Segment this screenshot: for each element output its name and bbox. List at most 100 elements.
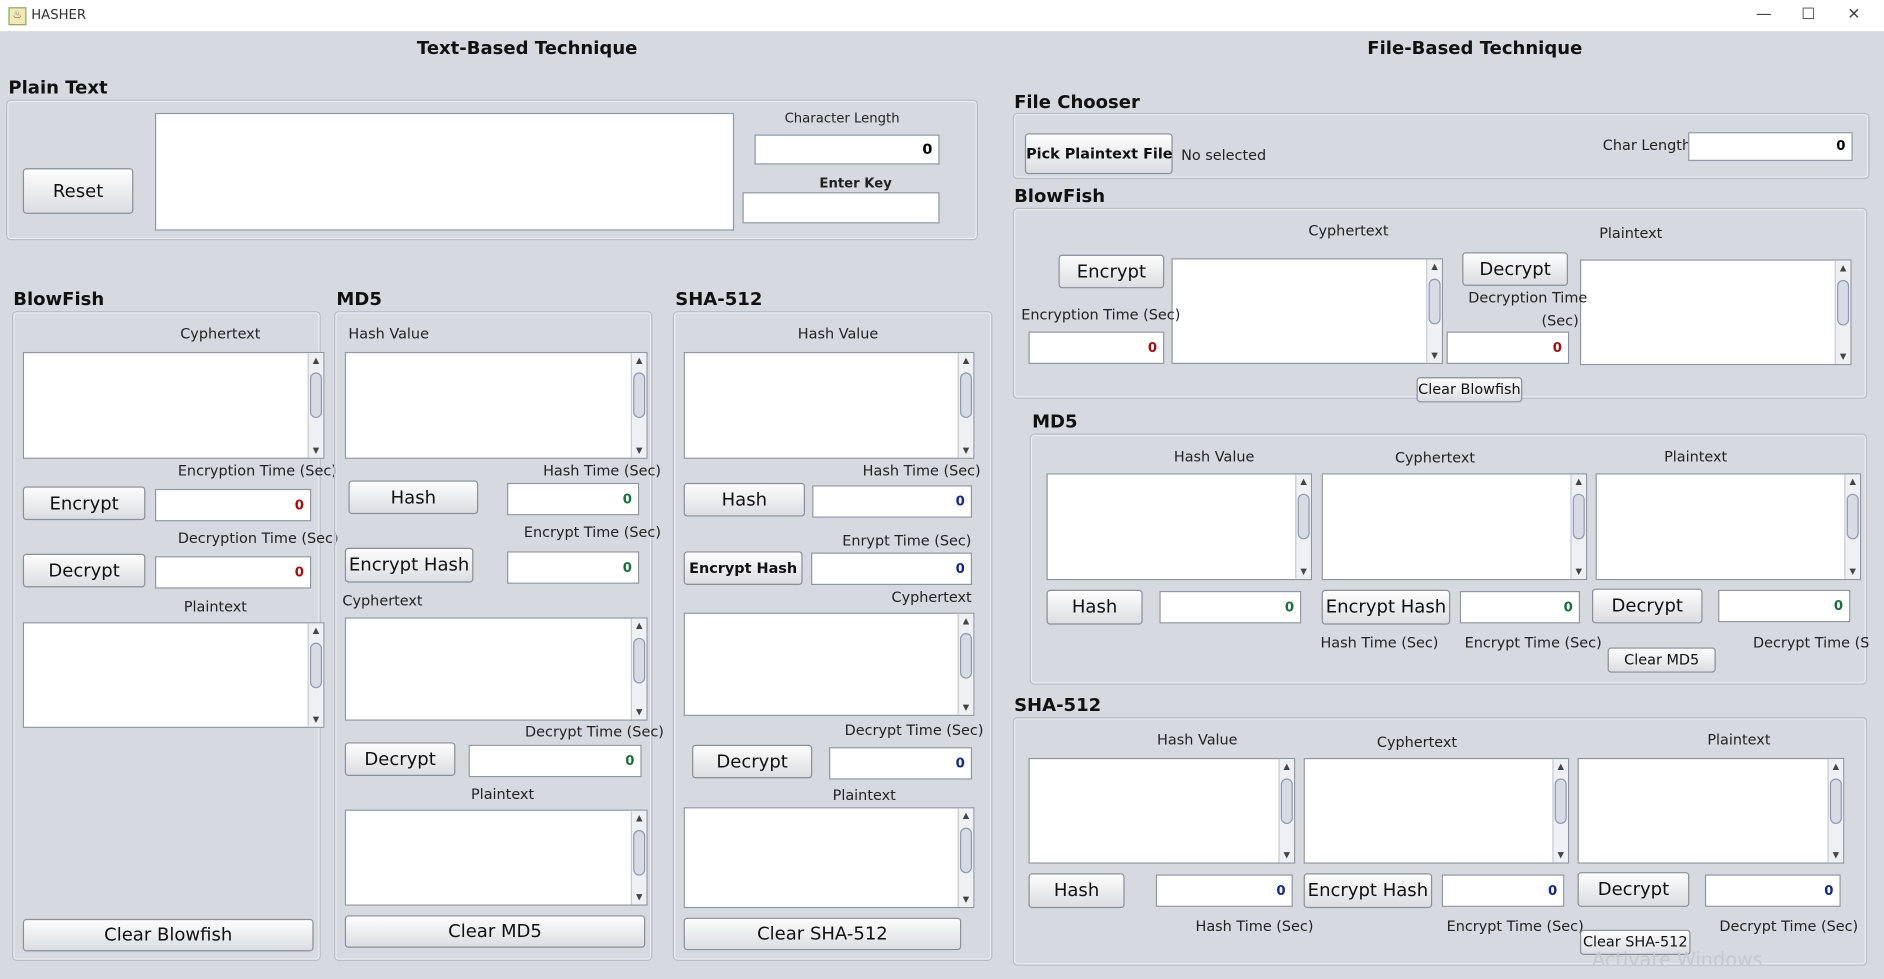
scroll-thumb[interactable]	[1829, 778, 1842, 825]
text-sha-encrypt-hash-button[interactable]: Encrypt Hash	[683, 551, 803, 585]
text-md5-encrypt-time-field[interactable]: 0	[507, 551, 640, 584]
close-button[interactable]: ✕	[1836, 2, 1872, 28]
scroll-down-icon[interactable]: ▼	[959, 702, 973, 714]
file-blowfish-enc-time-field[interactable]: 0	[1028, 331, 1165, 364]
file-sha-decrypt-time-field[interactable]: 0	[1704, 874, 1841, 907]
scrollbar[interactable]: ▲ ▼	[630, 353, 647, 458]
file-md5-decrypt-button[interactable]: Decrypt	[1591, 588, 1703, 624]
text-md5-clear-button[interactable]: Clear MD5	[344, 915, 646, 948]
scrollbar[interactable]: ▲ ▼	[630, 618, 647, 720]
file-md5-hash-value-area[interactable]: ▲ ▼	[1046, 473, 1313, 581]
scrollbar[interactable]: ▲ ▼	[307, 353, 324, 458]
scrollbar[interactable]: ▲ ▼	[1834, 260, 1851, 364]
scroll-down-icon[interactable]: ▼	[309, 444, 323, 456]
text-sha-cyphertext-area[interactable]: ▲ ▼	[683, 612, 975, 716]
file-blowfish-cyphertext-area[interactable]: ▲ ▼	[1171, 258, 1444, 364]
scroll-thumb[interactable]	[1280, 778, 1293, 825]
scroll-down-icon[interactable]: ▼	[959, 894, 973, 906]
scroll-down-icon[interactable]: ▼	[309, 714, 323, 726]
file-sha-encrypt-time-field[interactable]: 0	[1441, 874, 1565, 907]
file-sha-hash-value-area[interactable]: ▲ ▼	[1028, 757, 1296, 864]
scroll-up-icon[interactable]: ▲	[309, 625, 323, 637]
minimize-button[interactable]: —	[1746, 2, 1782, 28]
pick-plaintext-file-button[interactable]: Pick Plaintext File	[1024, 133, 1173, 175]
scroll-up-icon[interactable]: ▲	[632, 812, 646, 824]
scroll-up-icon[interactable]: ▲	[1296, 476, 1310, 488]
scroll-down-icon[interactable]: ▼	[632, 706, 646, 718]
scroll-thumb[interactable]	[1428, 278, 1441, 325]
text-md5-decrypt-button[interactable]: Decrypt	[344, 742, 456, 776]
scroll-up-icon[interactable]: ▲	[1280, 760, 1294, 772]
scrollbar[interactable]: ▲ ▼	[1295, 474, 1311, 579]
scroll-thumb[interactable]	[959, 633, 973, 679]
scroll-thumb[interactable]	[309, 642, 323, 689]
scroll-down-icon[interactable]: ▼	[959, 444, 973, 456]
file-md5-hash-time-field[interactable]: 0	[1159, 590, 1302, 624]
scrollbar[interactable]: ▲ ▼	[957, 808, 974, 907]
scrollbar[interactable]: ▲ ▼	[1278, 759, 1295, 863]
text-blowfish-decrypt-button[interactable]: Decrypt	[22, 553, 146, 588]
scroll-up-icon[interactable]: ▲	[1829, 760, 1843, 772]
text-md5-encrypt-hash-button[interactable]: Encrypt Hash	[344, 547, 474, 583]
file-blowfish-decrypt-button[interactable]: Decrypt	[1462, 252, 1568, 286]
file-md5-encrypt-hash-button[interactable]: Encrypt Hash	[1321, 589, 1451, 625]
scroll-thumb[interactable]	[633, 372, 646, 419]
text-md5-plaintext-area[interactable]: ▲ ▼	[344, 809, 648, 906]
scroll-down-icon[interactable]: ▼	[632, 444, 646, 456]
scroll-up-icon[interactable]: ▲	[959, 810, 973, 822]
text-sha-hash-value-area[interactable]: ▲ ▼	[683, 351, 975, 459]
scroll-down-icon[interactable]: ▼	[1296, 566, 1310, 578]
file-md5-decrypt-time-field[interactable]: 0	[1718, 589, 1851, 623]
text-sha-encrypt-time-field[interactable]: 0	[811, 552, 973, 585]
text-sha-plaintext-area[interactable]: ▲ ▼	[683, 807, 975, 909]
scroll-thumb[interactable]	[633, 637, 646, 684]
reset-button[interactable]: Reset	[22, 168, 134, 214]
text-sha-hash-button[interactable]: Hash	[683, 482, 806, 517]
text-blowfish-dec-time-field[interactable]: 0	[154, 556, 312, 589]
file-md5-hash-button[interactable]: Hash	[1046, 589, 1143, 625]
file-blowfish-dec-time-field[interactable]: 0	[1446, 331, 1570, 364]
scroll-up-icon[interactable]: ▲	[309, 354, 323, 366]
file-sha-decrypt-button[interactable]: Decrypt	[1577, 872, 1690, 907]
scrollbar[interactable]: ▲ ▼	[1570, 474, 1586, 579]
text-blowfish-plaintext-area[interactable]: ▲ ▼	[22, 622, 325, 728]
text-blowfish-enc-time-field[interactable]: 0	[154, 488, 312, 522]
scroll-thumb[interactable]	[959, 827, 973, 874]
file-blowfish-clear-button[interactable]: Clear Blowfish	[1416, 377, 1523, 403]
scroll-thumb[interactable]	[1572, 493, 1585, 540]
file-sha-encrypt-hash-button[interactable]: Encrypt Hash	[1303, 873, 1433, 909]
file-md5-clear-button[interactable]: Clear MD5	[1607, 647, 1716, 673]
scroll-down-icon[interactable]: ▼	[632, 891, 646, 903]
scroll-thumb[interactable]	[959, 372, 973, 419]
text-md5-hash-button[interactable]: Hash	[348, 480, 479, 515]
text-blowfish-clear-button[interactable]: Clear Blowfish	[22, 918, 314, 952]
scroll-up-icon[interactable]: ▲	[1846, 476, 1860, 488]
scrollbar[interactable]: ▲ ▼	[1827, 759, 1844, 863]
scroll-up-icon[interactable]: ▲	[959, 615, 973, 627]
scroll-up-icon[interactable]: ▲	[1572, 476, 1586, 488]
text-sha-decrypt-time-field[interactable]: 0	[829, 747, 973, 780]
scrollbar[interactable]: ▲ ▼	[957, 613, 974, 715]
text-md5-hash-value-area[interactable]: ▲ ▼	[344, 351, 648, 459]
scroll-up-icon[interactable]: ▲	[632, 620, 646, 632]
text-sha-clear-button[interactable]: Clear SHA-512	[683, 917, 962, 951]
scroll-thumb[interactable]	[1554, 778, 1567, 825]
scroll-down-icon[interactable]: ▼	[1427, 350, 1441, 362]
text-blowfish-encrypt-button[interactable]: Encrypt	[22, 486, 146, 521]
file-md5-encrypt-time-field[interactable]: 0	[1459, 590, 1580, 624]
scrollbar[interactable]: ▲ ▼	[1552, 759, 1568, 863]
scroll-up-icon[interactable]: ▲	[632, 354, 646, 366]
text-sha-decrypt-button[interactable]: Decrypt	[692, 744, 813, 779]
scrollbar[interactable]: ▲ ▼	[957, 353, 974, 458]
maximize-button[interactable]: ☐	[1790, 2, 1826, 28]
file-md5-plaintext-area[interactable]: ▲ ▼	[1595, 473, 1862, 581]
scroll-up-icon[interactable]: ▲	[1554, 760, 1568, 772]
plain-text-input[interactable]	[154, 112, 735, 231]
scroll-down-icon[interactable]: ▼	[1846, 566, 1860, 578]
text-md5-decrypt-time-field[interactable]: 0	[468, 744, 642, 778]
scroll-thumb[interactable]	[633, 830, 646, 876]
scroll-down-icon[interactable]: ▼	[1554, 849, 1568, 861]
text-md5-cyphertext-area[interactable]: ▲ ▼	[344, 617, 648, 721]
text-blowfish-cyphertext-area[interactable]: ▲ ▼	[22, 351, 325, 459]
file-sha-hash-time-field[interactable]: 0	[1155, 874, 1293, 907]
